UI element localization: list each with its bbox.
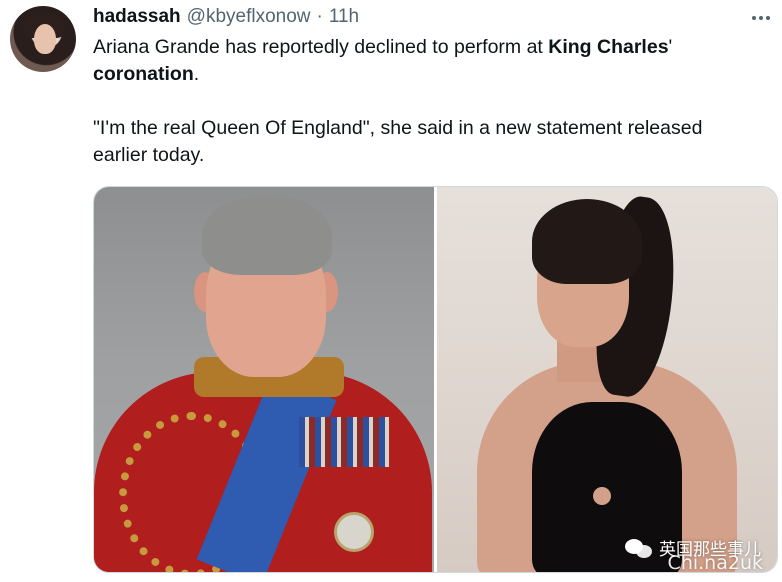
text-bold-coronation: coronation	[93, 63, 194, 85]
tweet-time[interactable]: 11h	[329, 6, 359, 28]
photo-ariana-grande[interactable]: 英国那些事儿 Chi.na2uk	[437, 187, 777, 572]
author-name[interactable]: hadassah	[93, 6, 181, 28]
grey-hair	[202, 195, 332, 275]
wechat-icon	[625, 537, 653, 559]
watermark: 英国那些事儿 Chi.na2uk	[625, 535, 763, 572]
author-handle[interactable]: @kbyeflxonow	[187, 6, 311, 28]
tweet-text: Ariana Grande has reportedly declined to…	[93, 34, 753, 169]
text-part-2: '	[668, 36, 673, 58]
dress-cutout	[593, 487, 611, 505]
photo-king-charles[interactable]	[94, 187, 434, 572]
separator-dot: ·	[316, 6, 323, 27]
text-part-3: .	[193, 63, 200, 85]
watermark-subtext: Chi.na2uk	[667, 552, 763, 572]
text-part-1: Ariana Grande has reportedly declined to…	[93, 36, 549, 58]
avatar-face	[34, 24, 56, 54]
tweet-quote: "I'm the real Queen Of England", she sai…	[93, 117, 703, 166]
avatar[interactable]	[10, 6, 76, 72]
tweet-media: 英国那些事儿 Chi.na2uk	[93, 186, 778, 573]
more-horizontal-icon[interactable]	[748, 8, 774, 28]
order-star	[334, 512, 374, 552]
hair	[532, 199, 642, 284]
text-bold-king-charles: King Charles	[548, 36, 669, 58]
tweet-header: hadassah @kbyeflxonow · 11h	[93, 5, 359, 29]
tweet-line-1: Ariana Grande has reportedly declined to…	[93, 34, 753, 88]
medal-ribbons	[299, 417, 389, 467]
